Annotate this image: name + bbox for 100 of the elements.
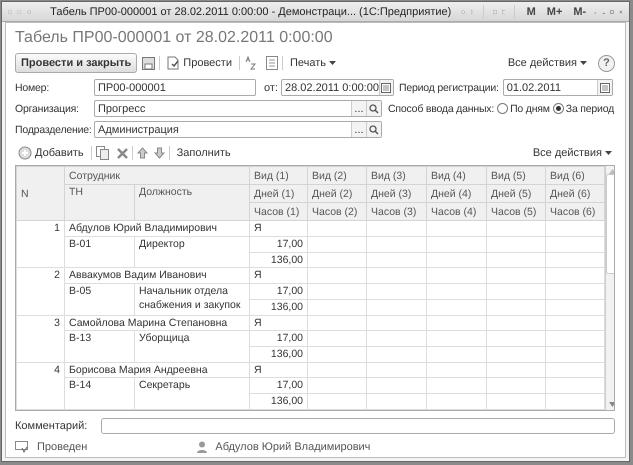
print-menu-button[interactable]: Печать bbox=[286, 54, 340, 72]
radio-option[interactable]: По дням bbox=[497, 102, 550, 114]
table-cell: Самойлова Марина Степановна bbox=[64, 315, 250, 331]
column-header[interactable]: Дней (6) bbox=[546, 184, 605, 203]
table-cell: В-01 bbox=[64, 236, 134, 268]
column-header[interactable]: Дней (2) bbox=[308, 184, 367, 203]
radio-option[interactable]: За период bbox=[552, 102, 614, 114]
column-header[interactable]: Дней (3) bbox=[366, 184, 427, 203]
table-cell: Я bbox=[250, 268, 308, 284]
caret-icon bbox=[580, 60, 587, 66]
post-button[interactable]: Провести bbox=[164, 54, 235, 72]
column-header[interactable]: Вид (2) bbox=[308, 166, 367, 185]
table-cell: 2 bbox=[16, 268, 64, 316]
sort-icon[interactable] bbox=[244, 56, 258, 70]
column-header[interactable]: Часов (6) bbox=[546, 202, 605, 221]
table-cell: 3 bbox=[16, 315, 64, 362]
column-header[interactable]: Дней (5) bbox=[486, 184, 546, 203]
table-cell: В-14 bbox=[64, 378, 134, 410]
table-cell: 17,00 bbox=[250, 378, 308, 394]
save-icon[interactable] bbox=[142, 56, 156, 70]
table-cell: 136,00 bbox=[250, 346, 308, 362]
calendar-button[interactable] bbox=[596, 80, 612, 95]
table-cell: 1 bbox=[16, 220, 64, 268]
table-cell: 17,00 bbox=[250, 284, 308, 300]
table-cell: Борисова Мария Андреевна bbox=[64, 362, 250, 378]
table-cell: Директор bbox=[134, 236, 250, 268]
up-arrow-icon[interactable] bbox=[136, 147, 148, 159]
user-icon bbox=[197, 441, 208, 453]
author-name: Абдулов Юрий Владимирович bbox=[215, 441, 370, 453]
copy-icon[interactable] bbox=[96, 146, 109, 160]
plus-circle-icon bbox=[18, 146, 32, 160]
table-cell: Аввакумов Вадим Иванович bbox=[64, 268, 250, 284]
help-button[interactable]: ? bbox=[598, 54, 615, 72]
column-header[interactable]: Вид (5) bbox=[486, 166, 546, 185]
window-title: Табель ПР00-000001 от 28.02.2011 0:00:00 - Демонстраци... (1С:Предприятие) bbox=[50, 6, 452, 18]
comment-label: Комментарий: bbox=[15, 420, 88, 432]
fill-button[interactable]: Заполнить bbox=[174, 144, 234, 162]
field-label: Номер: bbox=[15, 82, 50, 94]
field-label: Подразделение: bbox=[15, 124, 91, 136]
all-actions-button[interactable]: Все действия bbox=[504, 54, 590, 72]
column-header[interactable]: Часов (1) bbox=[250, 202, 308, 221]
table-cell: Я bbox=[250, 315, 308, 331]
organization-field[interactable]: Прогресс ... bbox=[94, 100, 382, 117]
scroll-down-icon[interactable] bbox=[608, 402, 614, 407]
table-cell: 17,00 bbox=[250, 236, 308, 252]
column-header[interactable]: Часов (4) bbox=[426, 202, 487, 221]
document-icon bbox=[167, 56, 180, 70]
column-header[interactable]: Часов (5) bbox=[486, 202, 546, 221]
column-header[interactable]: Вид (6) bbox=[546, 166, 605, 185]
posted-document-icon bbox=[15, 440, 29, 454]
list-icon[interactable] bbox=[266, 56, 278, 70]
column-header[interactable]: Вид (4) bbox=[426, 166, 487, 185]
search-button[interactable] bbox=[366, 122, 381, 137]
comment-field[interactable] bbox=[101, 418, 615, 434]
memory-button[interactable]: M- bbox=[570, 6, 590, 18]
table-cell: 17,00 bbox=[250, 330, 308, 346]
table-cell: 136,00 bbox=[250, 252, 308, 268]
delete-icon[interactable] bbox=[116, 148, 128, 158]
column-header[interactable]: Должность bbox=[134, 184, 250, 221]
memory-button[interactable]: M bbox=[524, 6, 539, 18]
field-label: от: bbox=[264, 82, 278, 94]
down-arrow-icon[interactable] bbox=[154, 147, 165, 159]
choose-button[interactable]: ... bbox=[351, 101, 366, 116]
column-header[interactable]: Дней (4) bbox=[426, 184, 487, 203]
table-cell: В-13 bbox=[64, 330, 134, 362]
table-cell: 4 bbox=[16, 362, 64, 410]
caret-icon bbox=[605, 150, 612, 156]
table-cell: 136,00 bbox=[250, 394, 308, 410]
column-header[interactable]: Дней (1) bbox=[250, 184, 308, 203]
search-button[interactable] bbox=[366, 101, 381, 116]
table-cell: Я bbox=[250, 362, 308, 378]
column-header[interactable]: Вид (3) bbox=[366, 166, 427, 185]
field-label: Способ ввода данных: bbox=[388, 102, 494, 114]
column-header[interactable]: ТН bbox=[64, 184, 134, 221]
status-text: Проведен bbox=[37, 441, 88, 453]
table-cell: Я bbox=[250, 220, 308, 237]
column-header[interactable]: Вид (1) bbox=[250, 166, 308, 185]
department-field[interactable]: Администрация ... bbox=[94, 121, 382, 138]
field-label: Период регистрации: bbox=[398, 82, 499, 94]
document-title: Табель ПР00-000001 от 28.02.2011 0:00:00 bbox=[15, 28, 334, 48]
column-header[interactable]: Часов (3) bbox=[366, 202, 427, 221]
field-label: Организация: bbox=[15, 102, 80, 114]
column-header[interactable]: Сотрудник bbox=[64, 166, 250, 185]
number-field[interactable]: ПР00-000001 bbox=[94, 79, 256, 96]
add-button[interactable]: Добавить bbox=[15, 144, 87, 162]
column-header[interactable]: Часов (2) bbox=[308, 202, 367, 221]
period-field[interactable]: 01.02.2011 bbox=[502, 79, 613, 96]
table-cell: В-05 bbox=[64, 284, 134, 316]
table-cell: 136,00 bbox=[250, 299, 308, 316]
caret-icon bbox=[329, 60, 336, 66]
choose-button[interactable]: ... bbox=[351, 122, 366, 137]
all-actions-button[interactable]: Все действия bbox=[530, 144, 615, 162]
table-cell: Начальник отдела снабжения и закупок bbox=[134, 284, 250, 316]
memory-button[interactable]: M+ bbox=[544, 6, 566, 18]
table-cell: Секретарь bbox=[134, 378, 250, 410]
column-header[interactable]: N bbox=[16, 166, 64, 221]
date-field[interactable]: 28.02.2011 0:00:00 bbox=[280, 79, 394, 96]
calendar-button[interactable] bbox=[378, 80, 393, 95]
post-and-close-button[interactable]: Провести и закрыть bbox=[15, 53, 138, 73]
table-cell: Абдулов Юрий Владимирович bbox=[64, 220, 250, 237]
